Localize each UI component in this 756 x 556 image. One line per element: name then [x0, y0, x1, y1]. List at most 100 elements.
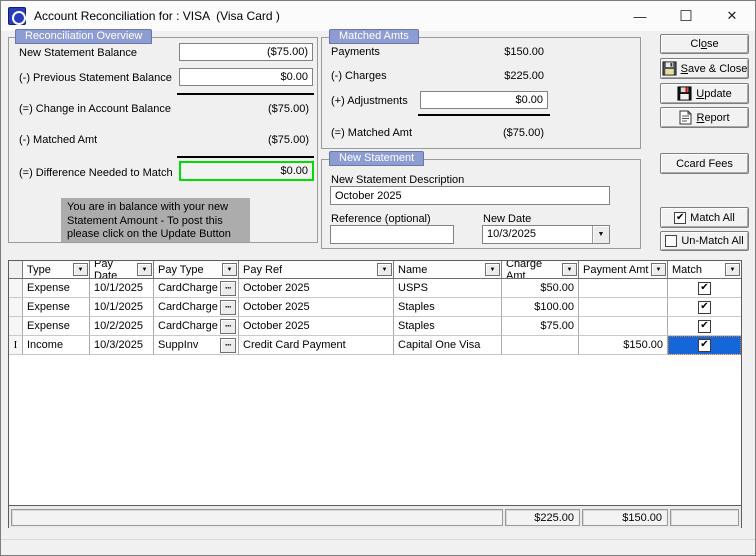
- adjustments-input[interactable]: [420, 91, 548, 109]
- match-checkbox[interactable]: ✔: [698, 319, 711, 333]
- minimize-button[interactable]: —: [617, 1, 663, 31]
- col-header-pay-type[interactable]: Pay Type ▼: [154, 261, 239, 278]
- cell-pay-ref[interactable]: October 2025: [239, 279, 394, 298]
- col-header-type[interactable]: Type ▼: [23, 261, 90, 278]
- reference-input[interactable]: [330, 225, 454, 244]
- cell-pay-type[interactable]: CardCharge ···: [154, 317, 239, 336]
- cell-type[interactable]: Income: [23, 336, 90, 355]
- match-filter-dropdown-icon[interactable]: ▼: [725, 263, 740, 276]
- pay-date-filter-dropdown-icon[interactable]: ▼: [137, 263, 152, 276]
- account-reconciliation-window: Account Reconciliation for : VISA (Visa …: [0, 0, 756, 556]
- cell-match[interactable]: ✔: [668, 279, 741, 298]
- col-header-pay-date[interactable]: Pay Date ▼: [90, 261, 154, 278]
- match-checkbox[interactable]: ✔: [698, 338, 711, 352]
- cell-pay-date[interactable]: 10/1/2025: [90, 279, 154, 298]
- totals-spacer-box-right: [670, 509, 739, 526]
- change-in-account-balance-value: ($75.00): [268, 103, 309, 115]
- previous-statement-balance-input[interactable]: [179, 68, 313, 86]
- cell-pay-ref[interactable]: Credit Card Payment: [239, 336, 394, 355]
- cell-pay-date[interactable]: 10/1/2025: [90, 298, 154, 317]
- table-row: Expense 10/1/2025 CardCharge ··· October…: [9, 298, 741, 317]
- title-bar: Account Reconciliation for : VISA (Visa …: [1, 1, 755, 31]
- new-date-value: 10/3/2025: [487, 228, 536, 240]
- col-header-charge-amt[interactable]: Charge Amt ▼: [502, 261, 579, 278]
- new-statement-description-input[interactable]: [330, 186, 610, 205]
- matched-amt-total-value: ($75.00): [503, 127, 544, 139]
- cell-charge-amt[interactable]: $50.00: [502, 279, 579, 298]
- cell-pay-type[interactable]: CardCharge ···: [154, 298, 239, 317]
- unmatch-all-button[interactable]: Un-Match All: [660, 231, 749, 251]
- cell-charge-amt[interactable]: [502, 336, 579, 355]
- close-button[interactable]: Close: [660, 34, 749, 54]
- update-floppy-icon: [677, 86, 692, 101]
- save-and-close-button[interactable]: Save & Close: [660, 58, 749, 79]
- cell-match-selected[interactable]: ✔: [668, 336, 741, 355]
- cell-pay-date[interactable]: 10/2/2025: [90, 317, 154, 336]
- maximize-button[interactable]: ☐: [663, 1, 709, 31]
- previous-statement-balance-label: (-) Previous Statement Balance: [19, 72, 172, 84]
- difference-needed-box: $0.00: [179, 161, 314, 181]
- cell-payment-amt[interactable]: [579, 279, 668, 298]
- cell-name[interactable]: Staples: [394, 317, 502, 336]
- report-button[interactable]: Report: [660, 107, 749, 128]
- name-filter-dropdown-icon[interactable]: ▼: [485, 263, 500, 276]
- pay-type-lookup-button[interactable]: ···: [220, 299, 236, 315]
- row-selector-current[interactable]: I: [9, 336, 23, 355]
- cell-pay-date[interactable]: 10/3/2025: [90, 336, 154, 355]
- payment-amt-filter-dropdown-icon[interactable]: ▼: [651, 263, 666, 276]
- col-header-match[interactable]: Match ▼: [668, 261, 741, 278]
- cell-pay-ref[interactable]: October 2025: [239, 317, 394, 336]
- col-header-pay-ref[interactable]: Pay Ref ▼: [239, 261, 394, 278]
- change-in-account-balance-label: (=) Change in Account Balance: [19, 103, 171, 115]
- pay-type-filter-dropdown-icon[interactable]: ▼: [222, 263, 237, 276]
- new-statement-tab: New Statement: [329, 151, 425, 166]
- row-selector[interactable]: [9, 298, 23, 317]
- cell-match[interactable]: ✔: [668, 298, 741, 317]
- cell-pay-ref[interactable]: October 2025: [239, 298, 394, 317]
- cell-payment-amt[interactable]: [579, 298, 668, 317]
- match-checkbox[interactable]: ✔: [698, 281, 711, 295]
- new-statement-balance-input[interactable]: [179, 43, 313, 61]
- update-button[interactable]: Update: [660, 83, 749, 104]
- new-statement-balance-label: New Statement Balance: [19, 47, 138, 59]
- match-checkbox[interactable]: ✔: [698, 300, 711, 314]
- matched-amts-separator: [418, 114, 550, 116]
- ccard-fees-button[interactable]: Ccard Fees: [660, 153, 749, 174]
- cell-match[interactable]: ✔: [668, 317, 741, 336]
- cell-pay-type[interactable]: SuppInv ···: [154, 336, 239, 355]
- row-selector[interactable]: [9, 279, 23, 298]
- app-icon: [8, 7, 26, 25]
- cell-payment-amt[interactable]: [579, 317, 668, 336]
- pay-type-lookup-button[interactable]: ···: [220, 280, 236, 296]
- payments-label: Payments: [331, 46, 380, 58]
- col-header-name[interactable]: Name ▼: [394, 261, 502, 278]
- charge-amt-filter-dropdown-icon[interactable]: ▼: [562, 263, 577, 276]
- cell-type[interactable]: Expense: [23, 298, 90, 317]
- new-date-combo[interactable]: 10/3/2025 ▼: [482, 225, 610, 244]
- charges-label: (-) Charges: [331, 70, 387, 82]
- cell-name[interactable]: Capital One Visa: [394, 336, 502, 355]
- balance-message-line1: You are in balance with your new: [67, 201, 229, 213]
- cell-charge-amt[interactable]: $75.00: [502, 317, 579, 336]
- new-date-dropdown-icon[interactable]: ▼: [592, 226, 609, 243]
- cell-payment-amt[interactable]: $150.00: [579, 336, 668, 355]
- cell-name[interactable]: Staples: [394, 298, 502, 317]
- cell-charge-amt[interactable]: $100.00: [502, 298, 579, 317]
- cell-name[interactable]: USPS: [394, 279, 502, 298]
- pay-ref-filter-dropdown-icon[interactable]: ▼: [377, 263, 392, 276]
- type-filter-dropdown-icon[interactable]: ▼: [73, 263, 88, 276]
- window-bottom-strip: [1, 539, 755, 555]
- pay-type-lookup-button[interactable]: ···: [220, 318, 236, 334]
- col-header-payment-amt[interactable]: Payment Amt ▼: [579, 261, 668, 278]
- cell-pay-type[interactable]: CardCharge ···: [154, 279, 239, 298]
- cell-type[interactable]: Expense: [23, 279, 90, 298]
- cell-type[interactable]: Expense: [23, 317, 90, 336]
- balance-message-line2: Statement Amount - To post this: [67, 214, 223, 227]
- pay-type-lookup-button[interactable]: ···: [220, 337, 236, 353]
- totals-spacer-box: [11, 509, 503, 526]
- close-window-button[interactable]: ✕: [709, 1, 755, 31]
- overview-separator-1: [177, 93, 314, 95]
- match-all-button[interactable]: ✔ Match All: [660, 207, 749, 228]
- grid-header-row: Type ▼ Pay Date ▼ Pay Type ▼ Pay Ref ▼ N…: [9, 261, 741, 279]
- row-selector[interactable]: [9, 317, 23, 336]
